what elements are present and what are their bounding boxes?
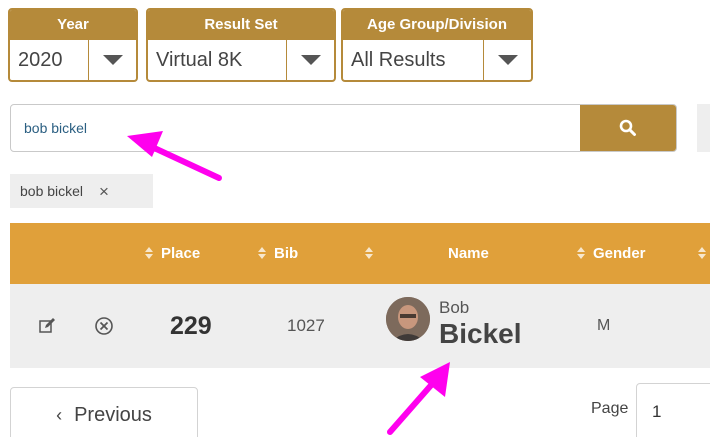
sort-icon (145, 246, 153, 259)
column-header-label: Place (161, 245, 201, 262)
age-group-filter-label: Age Group/Division (343, 10, 531, 40)
search-filter-chip: bob bickel × (10, 174, 153, 208)
year-select[interactable]: 2020 (10, 40, 136, 80)
runner-last-name[interactable]: Bickel (439, 318, 522, 350)
results-table-header: Place Bib Name Gender (10, 223, 710, 284)
age-group-select[interactable]: All Results (343, 40, 531, 80)
page-number-input[interactable] (636, 383, 710, 437)
previous-label: Previous (74, 403, 152, 426)
sort-icon (577, 246, 585, 259)
chevron-left-icon: ‹ (56, 404, 63, 425)
gender-value: M (597, 317, 611, 334)
bib-value: 1027 (287, 316, 325, 335)
result-set-filter[interactable]: Result Set Virtual 8K (146, 8, 336, 82)
chip-close-icon[interactable]: × (99, 183, 109, 200)
search-icon (619, 119, 636, 136)
sort-icon (365, 246, 373, 259)
column-header-name[interactable]: Name (440, 223, 489, 284)
column-header-unlabeled[interactable] (365, 223, 381, 284)
result-set-select[interactable]: Virtual 8K (148, 40, 334, 80)
place-value: 229 (170, 312, 212, 340)
year-filter-label: Year (10, 10, 136, 40)
search-input[interactable] (11, 105, 581, 151)
search-chip-label: bob bickel (20, 183, 84, 199)
column-header-next[interactable] (698, 223, 706, 284)
column-header-label: Bib (274, 245, 299, 262)
edit-icon[interactable] (38, 317, 56, 335)
avatar (386, 297, 430, 341)
result-set-filter-label: Result Set (148, 10, 334, 40)
column-header-gender[interactable]: Gender (577, 223, 646, 284)
column-header-label: Name (448, 245, 489, 262)
page-label: Page (591, 400, 629, 417)
year-filter[interactable]: Year 2020 (8, 8, 138, 82)
age-group-select-value[interactable]: All Results (343, 40, 483, 80)
column-header-label: Gender (593, 245, 646, 262)
result-set-dropdown-button[interactable] (286, 40, 334, 80)
caret-down-icon (300, 55, 321, 65)
column-header-place[interactable]: Place (145, 223, 200, 284)
age-group-filter[interactable]: Age Group/Division All Results (341, 8, 533, 82)
remove-circle-icon[interactable] (94, 316, 114, 336)
table-row[interactable]: 229 1027 Bob Bickel M (10, 284, 710, 368)
runner-first-name[interactable]: Bob (439, 298, 469, 318)
sort-icon (698, 246, 706, 259)
age-group-dropdown-button[interactable] (483, 40, 531, 80)
caret-down-icon (497, 55, 518, 65)
year-select-value[interactable]: 2020 (10, 40, 88, 80)
search-button[interactable] (580, 105, 676, 151)
year-dropdown-button[interactable] (88, 40, 136, 80)
previous-page-button[interactable]: ‹ Previous (10, 387, 198, 437)
annotation-arrow-name (387, 362, 450, 435)
column-header-bib[interactable]: Bib (258, 223, 298, 284)
result-set-select-value[interactable]: Virtual 8K (148, 40, 286, 80)
search-box (10, 104, 677, 152)
sort-icon (258, 246, 266, 259)
caret-down-icon (102, 55, 123, 65)
extra-control-stub[interactable] (697, 104, 710, 152)
